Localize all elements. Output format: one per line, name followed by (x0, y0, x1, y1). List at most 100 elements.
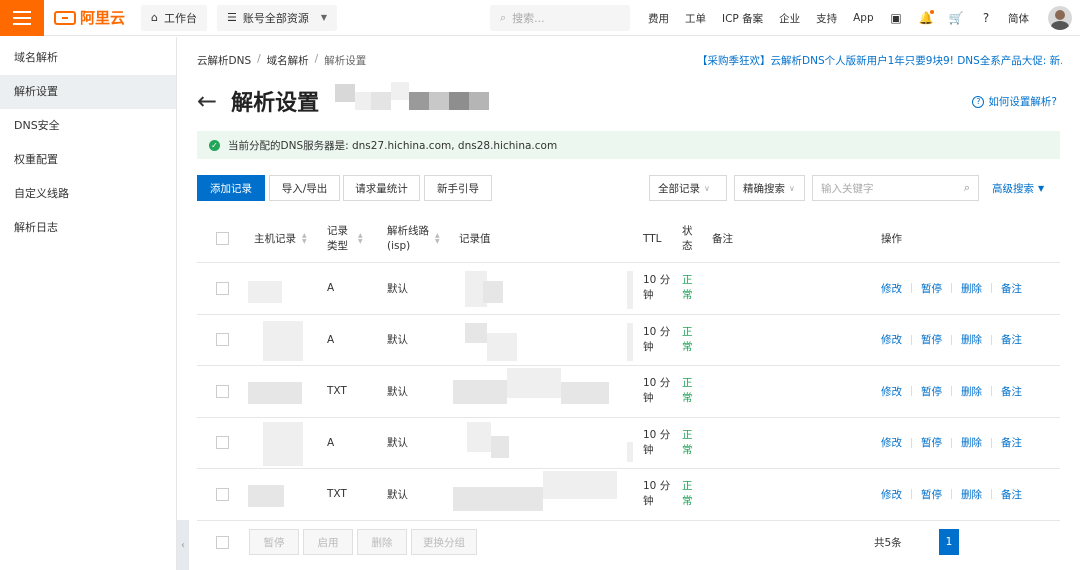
how-to-resolve-link[interactable]: ? 如何设置解析? (972, 94, 1057, 109)
redacted-value (627, 322, 633, 361)
remark-link[interactable]: 备注 (1001, 332, 1022, 347)
main-content: 云解析DNS / 域名解析 / 解析设置 【采购季狂欢】云解析DNS个人版新用户… (197, 37, 1062, 570)
redacted-value (465, 322, 487, 343)
table-row: TXT 默认 10 分 钟 正 常 修改 暂停 删除 备注 (197, 366, 1060, 418)
sort-icon[interactable]: ▲ ▼ (358, 232, 363, 245)
redacted-value (467, 421, 491, 452)
chevron-down-icon: ∨ (704, 183, 710, 193)
menu-icon[interactable] (0, 0, 44, 36)
pause-link[interactable]: 暂停 (921, 281, 942, 296)
batch-enable-button[interactable]: 启用 (303, 529, 353, 555)
link-billing[interactable]: 费用 (648, 11, 669, 26)
redacted-value (507, 368, 561, 398)
link-support[interactable]: 支持 (816, 11, 837, 26)
link-ticket[interactable]: 工单 (685, 11, 706, 26)
header-remark: 备注 (712, 233, 733, 245)
link-app[interactable]: App (853, 12, 874, 24)
breadcrumb-dns[interactable]: 云解析DNS (197, 53, 251, 68)
beginner-guide-button[interactable]: 新手引导 (424, 175, 492, 201)
workbench-button[interactable]: ⌂ 工作台 (141, 4, 207, 31)
redacted-value (543, 471, 617, 499)
change-group-button[interactable]: 更换分组 (411, 529, 477, 555)
remark-link[interactable]: 备注 (1001, 384, 1022, 399)
sidebar: 域名解析 解析设置 DNS安全 权重配置 自定义线路 解析日志 (0, 37, 177, 570)
dns-server-notice: ✓ 当前分配的DNS服务器是: dns27.hichina.com, dns28… (197, 131, 1060, 159)
search-icon[interactable]: ⌕ (964, 181, 970, 195)
account-scope-select[interactable]: ☰ 账号全部资源 ▼ (217, 4, 338, 31)
avatar[interactable] (1048, 6, 1072, 30)
redacted-value (453, 487, 543, 511)
batch-pause-button[interactable]: 暂停 (249, 529, 299, 555)
delete-link[interactable]: 删除 (961, 384, 982, 399)
link-icp[interactable]: ICP 备案 (722, 11, 763, 26)
delete-link[interactable]: 删除 (961, 487, 982, 502)
remark-link[interactable]: 备注 (1001, 281, 1022, 296)
remark-link[interactable]: 备注 (1001, 435, 1022, 450)
global-search-input[interactable]: ⌕ 搜索... (490, 5, 630, 31)
sort-icon[interactable]: ▲ ▼ (435, 232, 440, 245)
record-line: 默认 (387, 385, 408, 398)
status-text: 正 (682, 325, 693, 338)
bell-icon[interactable]: 🔔 (918, 10, 934, 26)
edit-link[interactable]: 修改 (881, 487, 902, 502)
aliyun-logo[interactable]: 阿里云 (54, 7, 125, 28)
cart-icon[interactable]: 🛒 (948, 10, 964, 26)
sidebar-item-weight-config[interactable]: 权重配置 (0, 143, 176, 177)
row-checkbox[interactable] (216, 487, 229, 501)
edit-link[interactable]: 修改 (881, 332, 902, 347)
footer-select-all-checkbox[interactable] (216, 536, 229, 549)
row-checkbox[interactable] (216, 384, 229, 398)
pause-link[interactable]: 暂停 (921, 384, 942, 399)
pause-link[interactable]: 暂停 (921, 332, 942, 347)
sidebar-item-dns-security[interactable]: DNS安全 (0, 109, 176, 143)
row-checkbox[interactable] (216, 436, 229, 450)
table-row: A 默认 10 分 钟 正 常 修改 暂停 删除 备注 (197, 418, 1060, 469)
breadcrumb-domain-resolution[interactable]: 域名解析 (267, 53, 309, 68)
redacted-value (453, 380, 507, 404)
header-ops: 操作 (881, 233, 902, 245)
record-filter-select[interactable]: 全部记录 ∨ (649, 175, 727, 201)
request-stats-button[interactable]: 请求量统计 (343, 175, 420, 201)
sort-icon[interactable]: ▲ ▼ (302, 232, 307, 245)
add-record-button[interactable]: 添加记录 (197, 175, 265, 201)
delete-link[interactable]: 删除 (961, 281, 982, 296)
header-type-2: 类型 (327, 239, 348, 252)
import-export-button[interactable]: 导入/导出 (269, 175, 340, 201)
delete-link[interactable]: 删除 (961, 332, 982, 347)
edit-link[interactable]: 修改 (881, 281, 902, 296)
language-switch[interactable]: 简体 (1008, 11, 1029, 26)
sidebar-item-custom-line[interactable]: 自定义线路 (0, 177, 176, 211)
redacted-host (263, 320, 303, 361)
search-icon: ⌕ (500, 11, 507, 24)
sidebar-item-domain-resolution[interactable]: 域名解析 (0, 41, 176, 75)
promo-banner[interactable]: 【采购季狂欢】云解析DNS个人版新用户1年只要9块9! DNS全系产品大促: 新… (697, 53, 1062, 68)
record-type: TXT (327, 385, 347, 398)
record-type: A (327, 282, 335, 295)
keyword-search-input[interactable]: 输入关键字 ⌕ (812, 175, 979, 201)
edit-link[interactable]: 修改 (881, 384, 902, 399)
ttl-value: 10 分 (643, 428, 671, 441)
terminal-icon[interactable]: ▣ (888, 10, 904, 26)
batch-delete-button[interactable]: 删除 (357, 529, 407, 555)
row-checkbox[interactable] (216, 333, 229, 347)
select-all-checkbox[interactable] (216, 232, 229, 245)
link-enterprise[interactable]: 企业 (779, 11, 800, 26)
row-checkbox[interactable] (216, 281, 229, 295)
edit-link[interactable]: 修改 (881, 435, 902, 450)
search-mode-select[interactable]: 精确搜索 ∨ (734, 175, 805, 201)
delete-link[interactable]: 删除 (961, 435, 982, 450)
advanced-search-toggle[interactable]: 高级搜索 ▼ (992, 175, 1044, 201)
status-text: 常 (682, 443, 693, 456)
page-1-button[interactable]: 1 (939, 529, 959, 555)
header-ttl: TTL (643, 232, 662, 245)
back-arrow-icon[interactable]: ← (197, 89, 217, 113)
sidebar-item-resolution-log[interactable]: 解析日志 (0, 211, 176, 245)
sidebar-collapse-handle[interactable]: ‹ (177, 520, 189, 570)
header-line-2: (isp) (387, 239, 411, 252)
help-icon[interactable]: ? (978, 10, 994, 26)
record-type: A (327, 436, 335, 449)
pause-link[interactable]: 暂停 (921, 435, 942, 450)
remark-link[interactable]: 备注 (1001, 487, 1022, 502)
sidebar-item-resolution-settings[interactable]: 解析设置 (0, 75, 176, 109)
pause-link[interactable]: 暂停 (921, 487, 942, 502)
